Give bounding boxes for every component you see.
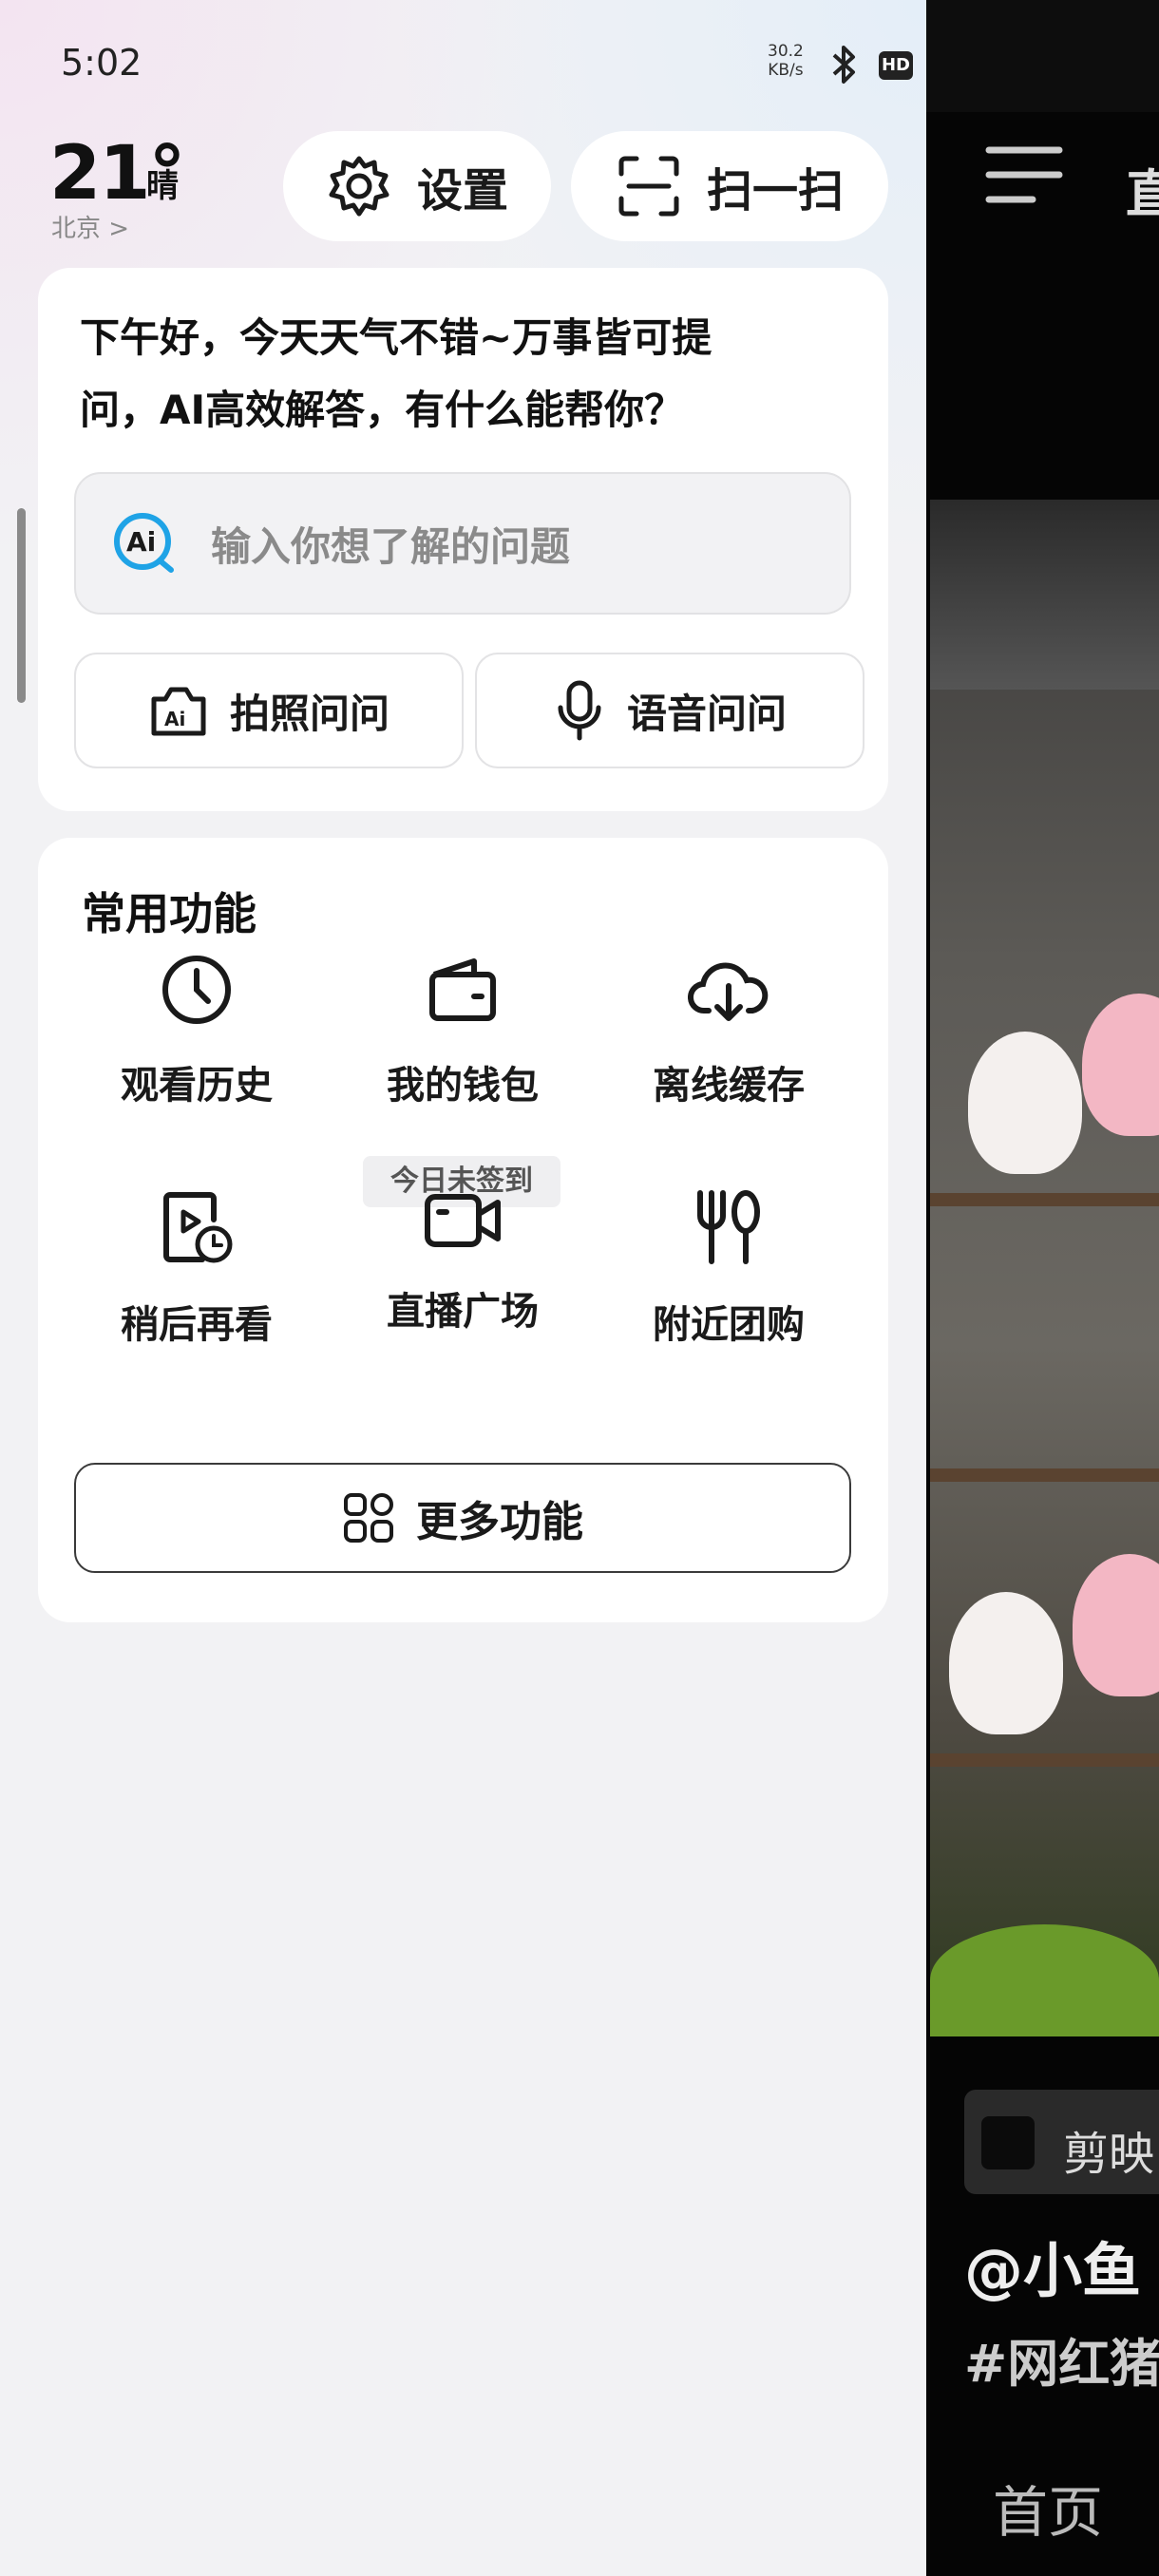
ai-greeting-line1: 下午好，今天天气不错~万事皆可提 xyxy=(80,314,712,361)
ai-greeting-line2: 问，AI高效解答，有什么能帮你？ xyxy=(80,387,685,433)
camera-ai-icon: Ai xyxy=(151,687,206,736)
ai-logo-icon: Ai xyxy=(114,513,174,573)
gear-icon xyxy=(329,156,390,217)
fork-knife-icon xyxy=(697,1190,760,1264)
network-speed: 30.2 KB/s xyxy=(768,42,804,80)
voice-ask-button[interactable]: 语音问问 xyxy=(475,653,864,768)
func-label: 直播广场 xyxy=(387,1290,539,1334)
dancing-figure xyxy=(949,1592,1063,1734)
watch-later-icon xyxy=(163,1192,233,1263)
video-shelf xyxy=(930,1193,1159,1206)
ai-assistant-card: 下午好，今天天气不错~万事皆可提 问，AI高效解答，有什么能帮你？ Ai 输入你… xyxy=(38,268,888,811)
scroll-indicator[interactable] xyxy=(17,508,26,703)
photo-ask-label: 拍照问问 xyxy=(229,690,390,737)
wallet-icon xyxy=(429,958,496,1021)
green-mat xyxy=(930,1924,1159,2036)
network-speed-unit: KB/s xyxy=(768,61,804,80)
settings-label: 设置 xyxy=(416,164,508,218)
svg-text:Ai: Ai xyxy=(164,708,185,730)
ai-search-placeholder: 输入你想了解的问题 xyxy=(211,522,571,570)
ai-search-input[interactable]: Ai 输入你想了解的问题 xyxy=(74,472,851,615)
dancing-pig xyxy=(1073,1554,1159,1696)
more-functions-button[interactable]: 更多功能 xyxy=(74,1463,851,1573)
clock-icon xyxy=(162,956,231,1024)
hd-badge: HD xyxy=(879,51,913,80)
settings-button[interactable]: 设置 xyxy=(283,131,551,241)
svg-text:Ai: Ai xyxy=(126,526,156,558)
video-player[interactable] xyxy=(930,500,1159,2036)
more-functions-label: 更多功能 xyxy=(416,1498,583,1546)
func-wallet[interactable]: 我的钱包 xyxy=(344,838,581,1108)
side-drawer: 5:02 30.2 KB/s HD 21° 晴 北京 > 设置 扫一扫 下午好，… xyxy=(0,0,926,2576)
grid-icon xyxy=(344,1493,393,1543)
scan-label: 扫一扫 xyxy=(706,164,844,218)
capcut-tag[interactable]: 剪映 xyxy=(964,2090,1159,2194)
weather-condition: 晴 xyxy=(146,167,179,205)
feed-tab-partial[interactable]: 直 xyxy=(1126,152,1159,227)
capcut-icon xyxy=(981,2116,1035,2169)
video-shelf xyxy=(930,1753,1159,1767)
func-label: 稍后再看 xyxy=(121,1303,273,1347)
scan-icon xyxy=(618,156,679,217)
func-watch-history[interactable]: 观看历史 xyxy=(78,838,315,1108)
video-author[interactable]: @小鱼 xyxy=(964,2223,1141,2308)
photo-ask-button[interactable]: Ai 拍照问问 xyxy=(74,653,464,768)
camera-icon xyxy=(425,1194,501,1247)
video-shelf xyxy=(930,1468,1159,1482)
bluetooth-icon xyxy=(832,46,855,84)
func-live-plaza[interactable]: 直播广场 xyxy=(344,1073,581,1334)
status-time: 5:02 xyxy=(61,42,142,84)
func-nearby-deals[interactable]: 附近团购 xyxy=(610,1073,847,1347)
weather-city[interactable]: 北京 > xyxy=(51,209,129,244)
func-watch-later[interactable]: 稍后再看 xyxy=(78,1073,315,1347)
dancing-pig xyxy=(1082,994,1159,1136)
home-tab[interactable]: 首页 xyxy=(993,2468,1103,2548)
voice-ask-label: 语音问问 xyxy=(626,690,787,737)
cloud-download-icon xyxy=(688,962,769,1021)
dancing-figure xyxy=(968,1032,1082,1174)
video-feed-background[interactable]: 直 剪映 @小鱼 #网红猪 首页 xyxy=(926,0,1159,2576)
network-speed-value: 30.2 xyxy=(768,42,804,61)
feed-status-area xyxy=(926,0,1159,112)
capcut-label: 剪映 xyxy=(1063,2128,1155,2181)
weather-widget[interactable]: 21° 晴 北京 > xyxy=(49,131,186,243)
ai-greeting: 下午好，今天天气不错~万事皆可提 问，AI高效解答，有什么能帮你？ xyxy=(80,302,840,446)
scan-button[interactable]: 扫一扫 xyxy=(571,131,888,241)
func-label: 附近团购 xyxy=(653,1303,805,1347)
video-ceiling xyxy=(930,500,1159,690)
common-functions-card: 常用功能 观看历史 我的钱包 离线缓存 今日未签到 稍后再看 直播广场 附近团购… xyxy=(38,838,888,1622)
func-offline-cache[interactable]: 离线缓存 xyxy=(610,838,847,1108)
video-hashtags[interactable]: #网红猪 xyxy=(964,2321,1159,2396)
menu-icon[interactable] xyxy=(985,142,1063,209)
microphone-icon xyxy=(558,680,601,741)
status-bar: 5:02 30.2 KB/s HD xyxy=(0,0,926,133)
